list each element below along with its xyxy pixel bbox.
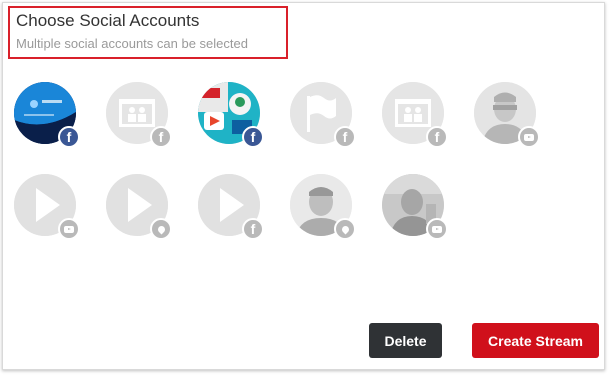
location-badge-icon	[150, 218, 172, 240]
youtube-badge-icon	[518, 126, 540, 148]
account-tile-1[interactable]: f	[14, 82, 80, 148]
account-tile-7[interactable]	[14, 174, 80, 240]
dialog-title: Choose Social Accounts	[16, 11, 200, 30]
facebook-badge-icon: f	[426, 126, 448, 148]
youtube-badge-icon	[58, 218, 80, 240]
account-tile-5[interactable]: f	[382, 82, 448, 148]
delete-button[interactable]: Delete	[369, 323, 442, 358]
account-tile-6[interactable]	[474, 82, 540, 148]
location-badge-icon	[334, 218, 356, 240]
account-tile-11[interactable]	[382, 174, 448, 240]
dialog-subtitle: Multiple social accounts can be selected	[16, 36, 248, 51]
facebook-badge-icon: f	[242, 126, 264, 148]
facebook-badge-icon: f	[150, 126, 172, 148]
facebook-badge-icon: f	[242, 218, 264, 240]
facebook-badge-icon: f	[58, 126, 80, 148]
account-tile-9[interactable]: f	[198, 174, 264, 240]
facebook-badge-icon: f	[334, 126, 356, 148]
choose-social-accounts-dialog: Choose Social Accounts Multiple social a…	[2, 2, 605, 370]
account-tile-3[interactable]: f	[198, 82, 264, 148]
account-tile-8[interactable]	[106, 174, 172, 240]
create-stream-button[interactable]: Create Stream	[472, 323, 599, 358]
youtube-badge-icon	[426, 218, 448, 240]
account-tile-10[interactable]	[290, 174, 356, 240]
account-tile-4[interactable]: f	[290, 82, 356, 148]
account-tile-2[interactable]: f	[106, 82, 172, 148]
